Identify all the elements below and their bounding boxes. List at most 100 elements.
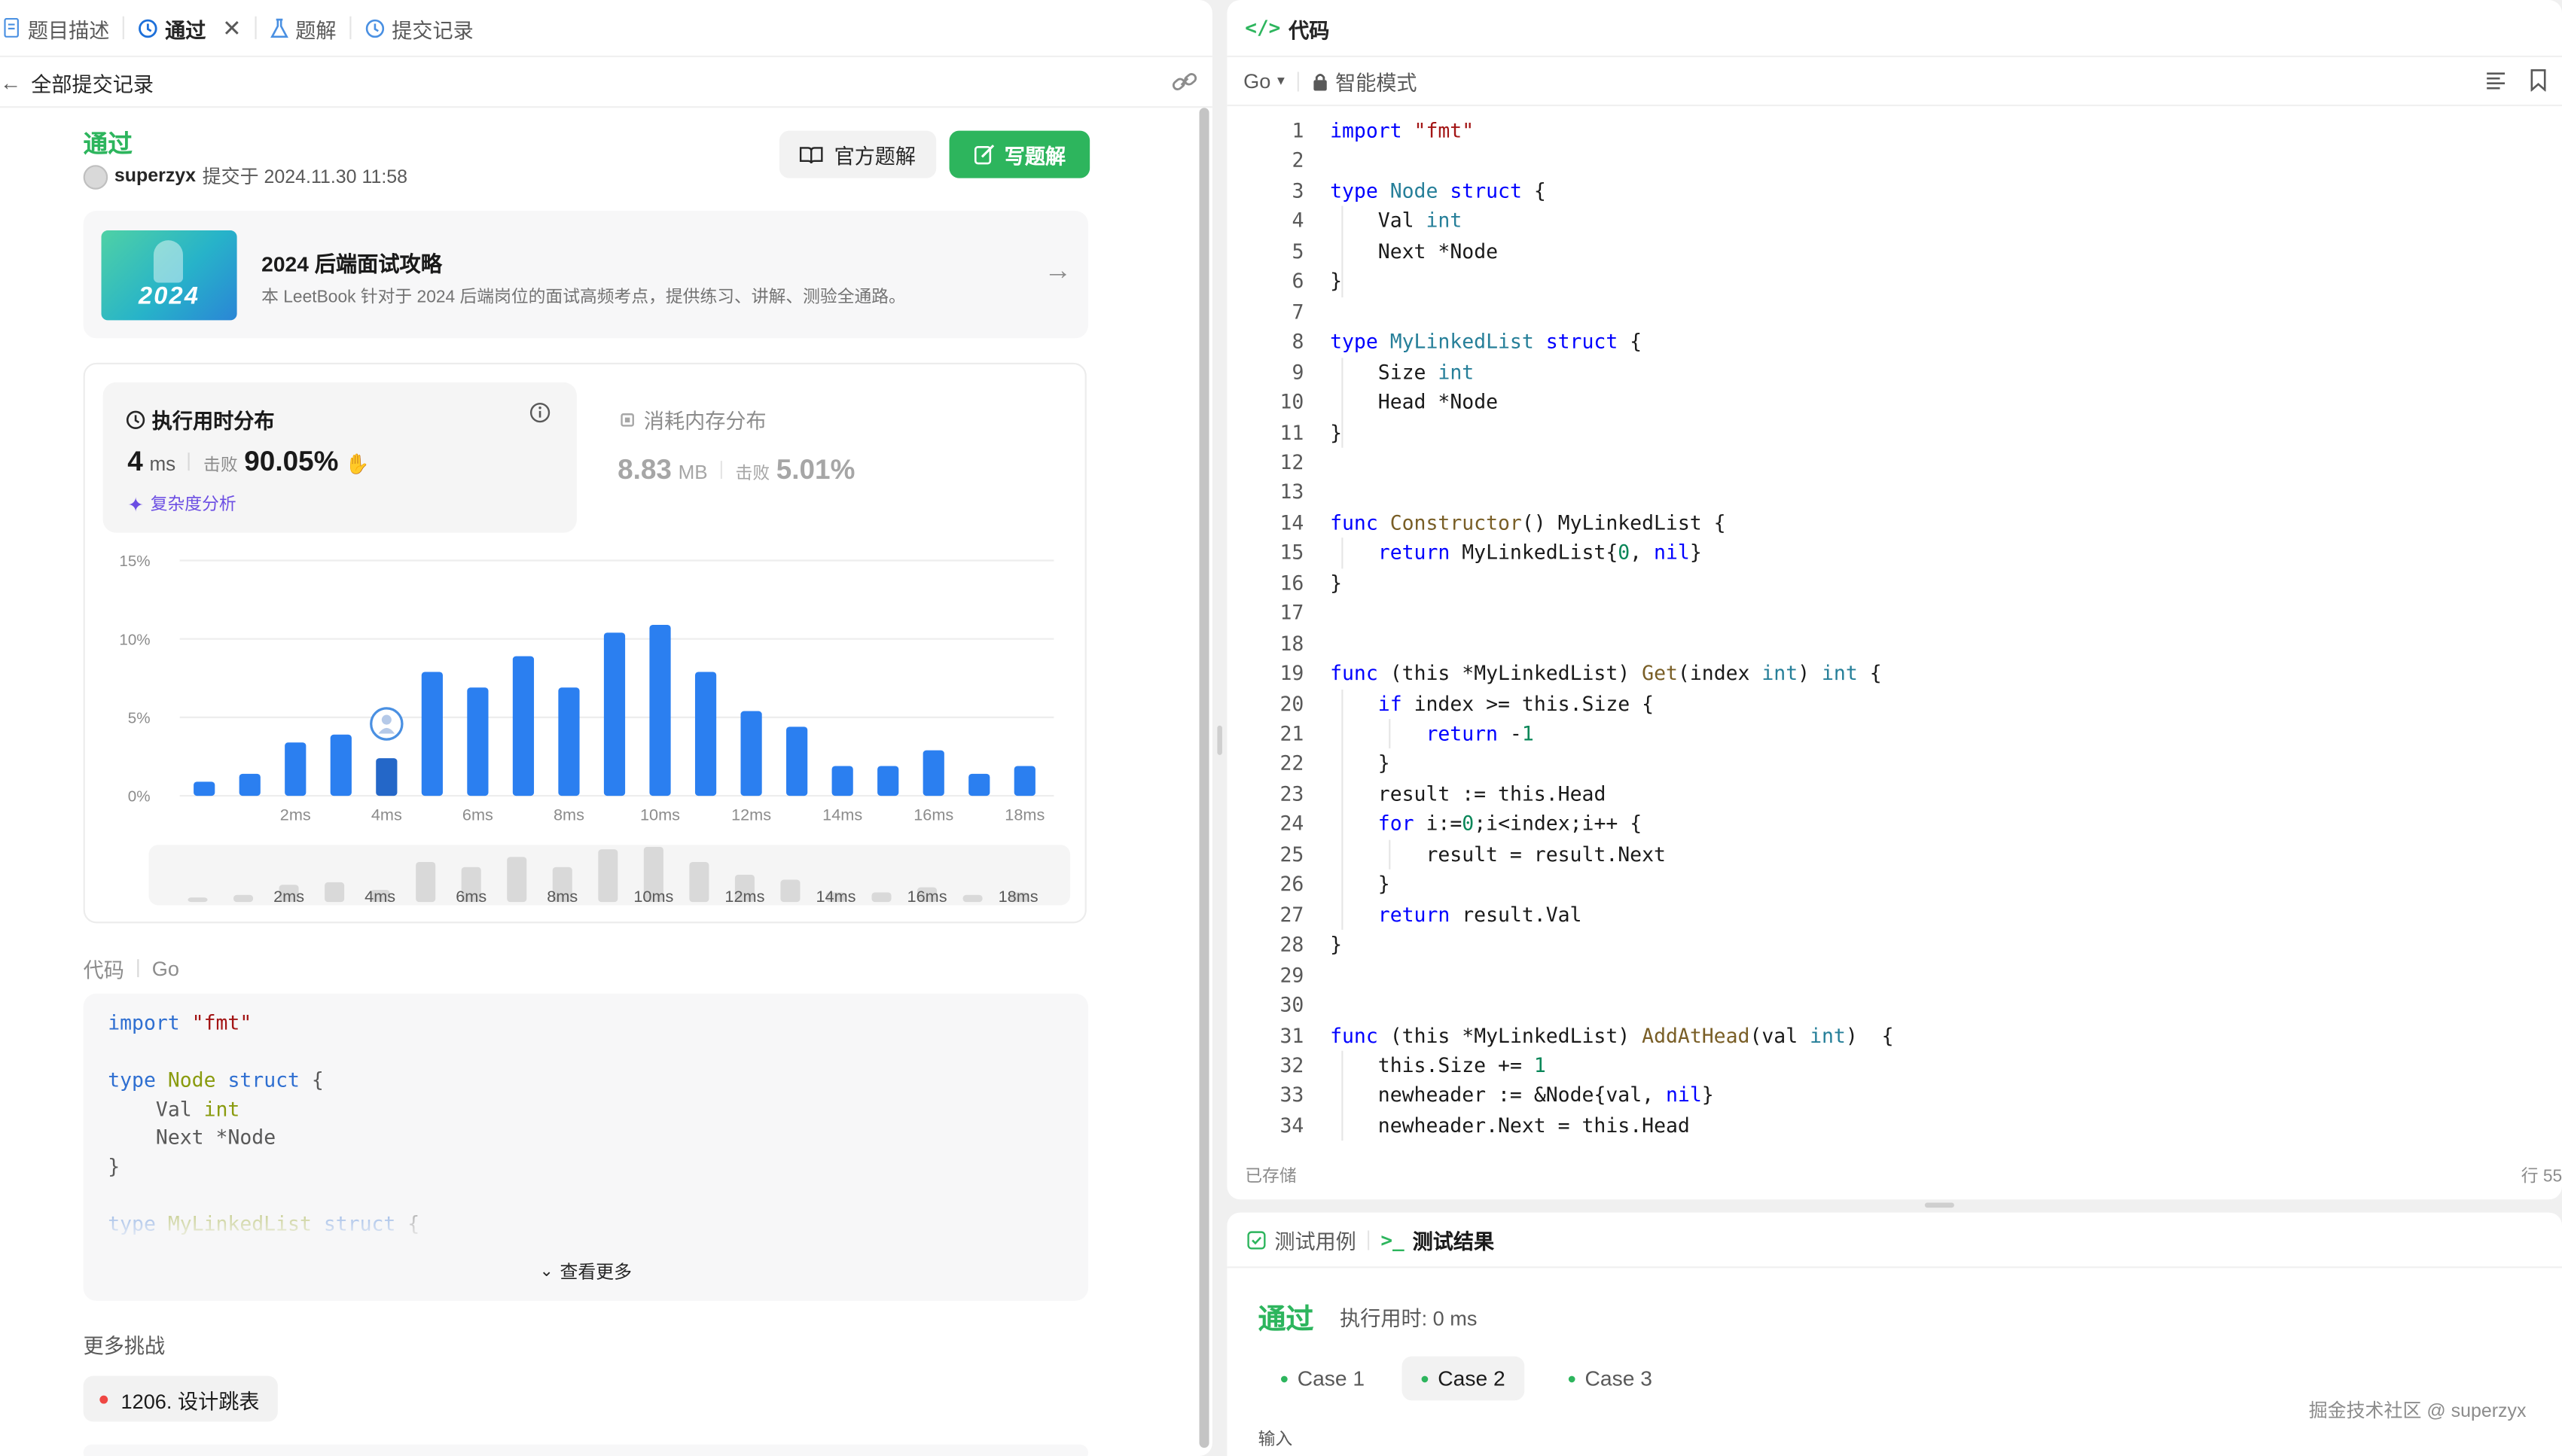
code-token: ): [1798, 662, 1810, 685]
histogram-bar[interactable]: [285, 742, 307, 797]
editor-panel: </> 代码 Go ▾ 智能模式 1 import "fmt" 2 3 type Nod…: [1227, 0, 2562, 1200]
line-number: 17: [1279, 602, 1304, 625]
code-token: Next: [1377, 239, 1426, 263]
overview-bar: [325, 882, 345, 903]
histogram-bar[interactable]: [239, 773, 261, 797]
line-number: 11: [1279, 420, 1304, 444]
code-token: i: [1486, 812, 1499, 836]
language-select[interactable]: Go ▾: [1243, 69, 1285, 92]
format-icon[interactable]: [2485, 70, 2506, 90]
line-number: 7: [1292, 300, 1304, 324]
overview-bar: [689, 862, 709, 903]
overview-tick-label: 10ms: [633, 887, 673, 906]
code-line: }: [1330, 870, 1390, 900]
code-token: Val: [1377, 209, 1414, 233]
result-panel: 测试用例 >_ 测试结果 通过 执行用时: 0 ms Case 1 Case 2…: [1227, 1212, 2562, 1456]
case-tab-1[interactable]: Case 1: [1261, 1357, 1384, 1401]
code-token: MyLinkedList: [1557, 511, 1702, 535]
code-token: newheader: [1377, 1114, 1487, 1138]
code-string: "fmt": [1414, 119, 1475, 142]
code-token: MyLinkedList: [1474, 1023, 1618, 1047]
code-token: {: [1533, 179, 1546, 203]
code-token: ,: [1642, 1083, 1655, 1107]
left-scrollbar-thumb[interactable]: [1199, 108, 1209, 1448]
overview-bar: [188, 897, 208, 903]
histogram-bar[interactable]: [558, 687, 580, 797]
histogram-bar[interactable]: [1014, 766, 1035, 797]
histogram-bar[interactable]: [512, 656, 535, 797]
histogram-bar[interactable]: [421, 672, 443, 797]
code-token: Next: [1498, 1114, 1546, 1138]
code-token: }: [1330, 420, 1343, 444]
histogram-bar[interactable]: [330, 734, 352, 797]
histogram-bar[interactable]: [831, 766, 853, 797]
horizontal-resize-handle[interactable]: [1924, 1202, 1954, 1208]
bookmark-icon[interactable]: [2530, 69, 2548, 92]
case-tab-3[interactable]: Case 3: [1549, 1357, 1672, 1401]
tab-test-cases-label: 测试用例: [1274, 1230, 1356, 1253]
saved-status: 已存储: [1245, 1166, 1297, 1186]
code-preview-line: Val int: [108, 1095, 419, 1124]
vertical-resize-handle[interactable]: [1217, 725, 1222, 755]
code-token: Node: [1450, 239, 1499, 263]
histogram-bar[interactable]: [786, 726, 808, 797]
histogram-bar[interactable]: [740, 711, 762, 797]
code-token: this: [1401, 1023, 1450, 1047]
histogram-bar[interactable]: [467, 687, 489, 797]
code-token: -: [1509, 722, 1522, 745]
editor-title: 代码: [1289, 18, 1330, 42]
challenge-item[interactable]: 1206. 设计跳表: [83, 1375, 278, 1422]
code-type: int: [1822, 662, 1858, 685]
pass-dot: [1421, 1375, 1429, 1382]
line-number: 1: [1292, 119, 1304, 142]
overview-tick-label: 6ms: [456, 887, 486, 906]
result-status: 通过: [1258, 1304, 1314, 1336]
line-number: 33: [1279, 1083, 1304, 1107]
line-number: 22: [1279, 752, 1304, 775]
code-token: this: [1401, 662, 1450, 685]
code-type: Node: [1389, 179, 1438, 203]
code-token: this: [1377, 1053, 1426, 1077]
code-token: (: [1677, 662, 1690, 685]
histogram-bar[interactable]: [603, 632, 626, 797]
overview-bar: [507, 857, 527, 903]
histogram-bar[interactable]: [968, 773, 990, 797]
code-keyword: return: [1426, 722, 1498, 745]
histogram-bar[interactable]: [194, 781, 215, 797]
case-tab-2[interactable]: Case 2: [1401, 1356, 1525, 1401]
histogram-bar[interactable]: [694, 672, 717, 797]
tab-test-result[interactable]: >_ 测试结果: [1380, 1224, 1494, 1255]
code-token: ): [1618, 662, 1630, 685]
histogram-bar[interactable]: [649, 624, 671, 797]
histogram-bar[interactable]: [877, 766, 899, 797]
histogram-bar[interactable]: [923, 750, 944, 797]
code-token: (: [1389, 662, 1402, 685]
histogram-bar[interactable]: [376, 758, 398, 797]
show-more-button[interactable]: ⌄ 查看更多: [84, 1258, 1088, 1284]
code-token: {: [1642, 692, 1655, 715]
tab-test-cases[interactable]: 测试用例: [1246, 1224, 1356, 1255]
code-editor[interactable]: 1 import "fmt" 2 3 type Node struct {4 Val i…: [1227, 105, 2562, 1154]
code-function: Constructor: [1389, 511, 1522, 535]
smart-mode-toggle[interactable]: 智能模式: [1313, 65, 1417, 96]
code-function: Get: [1642, 662, 1678, 685]
code-line: }: [1330, 568, 1342, 599]
indent-guide: [1341, 689, 1344, 931]
code-token: (: [1749, 1023, 1762, 1047]
